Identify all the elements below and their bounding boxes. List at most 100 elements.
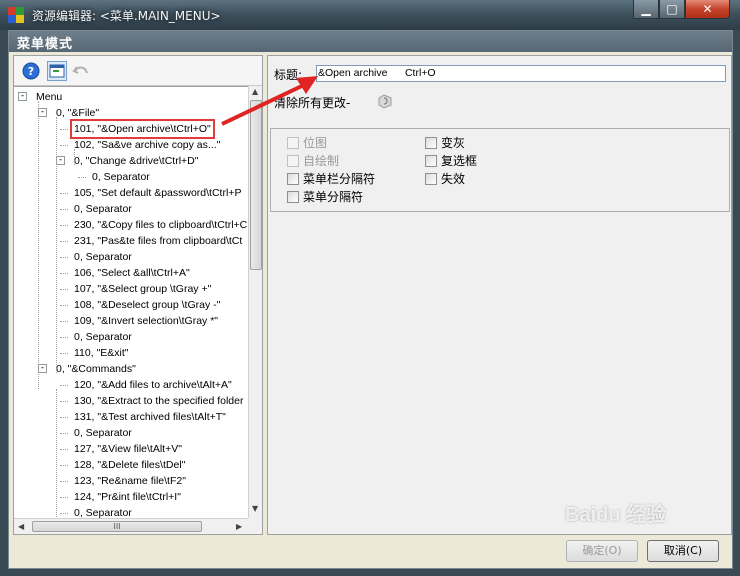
tree-connector xyxy=(60,337,68,338)
tree-item[interactable]: 128, "&Delete files\tDel" xyxy=(72,457,187,473)
option-checkbox[interactable]: 复选框 xyxy=(425,153,555,169)
tree-item[interactable]: 0, Separator xyxy=(90,169,152,185)
collapse-toggle-icon[interactable]: - xyxy=(56,156,65,165)
checkbox-box[interactable] xyxy=(287,191,299,203)
tree-item[interactable]: 124, "Pr&int file\tCtrl+I" xyxy=(72,489,183,505)
scroll-up-icon[interactable]: ▲ xyxy=(252,87,258,96)
tree-item[interactable]: 0, "&Commands" xyxy=(54,361,138,377)
tree-item[interactable]: 120, "&Add files to archive\tAlt+A" xyxy=(72,377,234,393)
scroll-down-icon[interactable]: ▼ xyxy=(252,504,258,513)
section-header: 菜单模式 xyxy=(9,31,732,52)
tree-item[interactable]: 0, "&File" xyxy=(54,105,101,121)
menu-tree-panel: ? Menu -0, "&File" -101, "&Open archive\tC… xyxy=(13,55,263,535)
preview-window-icon[interactable] xyxy=(47,61,67,81)
tree-connector xyxy=(56,117,57,373)
tree-item[interactable]: 131, "&Test archived files\tAlt+T" xyxy=(72,409,228,425)
tree-toolbar: ? xyxy=(14,56,262,86)
help-icon[interactable]: ? xyxy=(22,62,40,80)
option-checkbox[interactable]: 自绘制 xyxy=(287,153,417,169)
tree-item[interactable]: 130, "&Extract to the specified folder xyxy=(72,393,246,409)
scroll-right-icon[interactable]: ▶ xyxy=(236,522,242,531)
option-checkbox[interactable]: 变灰 xyxy=(425,135,555,151)
tree-connector xyxy=(38,101,39,389)
checkbox-box[interactable] xyxy=(287,155,299,167)
tree-item[interactable]: 0, Separator xyxy=(72,249,134,265)
tree-item[interactable]: 0, Separator xyxy=(72,201,134,217)
window-title: 资源编辑器: <菜单.MAIN_MENU> xyxy=(32,9,221,23)
tree-connector xyxy=(56,389,57,518)
option-checkbox[interactable]: 菜单栏分隔符 xyxy=(287,171,417,187)
horizontal-scroll-thumb[interactable]: III xyxy=(32,521,202,532)
tree-connector xyxy=(60,241,68,242)
tree-item[interactable]: 0, Separator xyxy=(72,505,134,518)
tree-connector xyxy=(60,497,68,498)
tree-item[interactable]: 123, "Re&name file\tF2" xyxy=(72,473,188,489)
option-label: 菜单栏分隔符 xyxy=(303,172,376,186)
option-label: 复选框 xyxy=(441,154,478,168)
tree-item[interactable]: 109, "&Invert selection\tGray *" xyxy=(72,313,220,329)
tree-connector xyxy=(60,225,68,226)
tree-vertical-scrollbar[interactable]: ▲ ▼ xyxy=(248,86,262,518)
maximize-button[interactable]: □ xyxy=(659,0,685,19)
tree-connector xyxy=(60,417,68,418)
ok-button[interactable]: 确定(O) xyxy=(566,540,638,562)
tree-item[interactable]: 110, "E&xit" xyxy=(72,345,131,361)
tree-connector xyxy=(60,353,68,354)
app-icon xyxy=(8,7,24,23)
tree-connector xyxy=(60,129,68,130)
menu-tree[interactable]: Menu -0, "&File" -101, "&Open archive\tCtr… xyxy=(14,86,248,518)
tree-connector xyxy=(60,385,68,386)
tree-horizontal-scrollbar[interactable]: ◀ III ▶ xyxy=(14,518,248,534)
option-checkbox[interactable]: 位图 xyxy=(287,135,417,151)
checkbox-box[interactable] xyxy=(287,137,299,149)
checkbox-box[interactable] xyxy=(425,173,437,185)
menu-options-group: 位图 变灰自绘制 复选框菜单栏分隔符 失效菜单分隔符 xyxy=(270,128,730,212)
cancel-button[interactable]: 取消(C) xyxy=(647,540,719,562)
tree-item[interactable]: 0, Separator xyxy=(72,425,134,441)
tree-connector xyxy=(60,193,68,194)
scroll-left-icon[interactable]: ◀ xyxy=(18,522,24,531)
tree-item[interactable]: 231, "Pas&te files from clipboard\tCt xyxy=(72,233,244,249)
title-input[interactable]: &Open archive Ctrl+O xyxy=(316,65,726,82)
tree-connector xyxy=(60,465,68,466)
minimize-button[interactable]: ▁ xyxy=(633,0,659,19)
tree-item[interactable]: 0, "Change &drive\tCtrl+D" xyxy=(72,153,200,169)
option-checkbox[interactable]: 菜单分隔符 xyxy=(287,189,417,205)
clear-changes-icon[interactable] xyxy=(376,92,394,110)
tree-item[interactable]: 127, "&View file\tAlt+V" xyxy=(72,441,184,457)
tree-connector xyxy=(60,289,68,290)
undo-icon[interactable] xyxy=(72,62,90,80)
option-checkbox[interactable]: 失效 xyxy=(425,171,555,187)
collapse-toggle-icon[interactable]: - xyxy=(18,92,27,101)
tree-item[interactable]: 102, "Sa&ve archive copy as..." xyxy=(72,137,222,153)
collapse-toggle-icon[interactable]: - xyxy=(38,108,47,117)
collapse-toggle-icon[interactable]: - xyxy=(38,364,47,373)
tree-connector xyxy=(60,449,68,450)
checkbox-box[interactable] xyxy=(425,155,437,167)
tree-item[interactable]: 230, "&Copy files to clipboard\tCtrl+C xyxy=(72,217,248,233)
tree-item[interactable]: 108, "&Deselect group \tGray -" xyxy=(72,297,222,313)
tree-connector xyxy=(78,177,86,178)
option-label: 菜单分隔符 xyxy=(303,190,364,204)
tree-connector xyxy=(60,305,68,306)
watermark: Baidu 经验 xyxy=(565,504,667,526)
tree-item[interactable]: 105, "Set default &password\tCtrl+P xyxy=(72,185,243,201)
tree-connector xyxy=(60,321,68,322)
option-label: 变灰 xyxy=(441,136,466,150)
tree-item[interactable]: 106, "Select &all\tCtrl+A" xyxy=(72,265,192,281)
tree-item[interactable]: 107, "&Select group \tGray +" xyxy=(72,281,213,297)
clear-changes-label: 清除所有更改- xyxy=(274,96,351,110)
checkbox-box[interactable] xyxy=(425,137,437,149)
tree-connector xyxy=(60,209,68,210)
dialog-client-area: 菜单模式 ? Menu -0, "&File" -101, "&Open archi… xyxy=(8,30,733,569)
item-editor-panel: 标题: &Open archive Ctrl+O 清除所有更改- 位图 变灰 自绘制… xyxy=(267,55,732,535)
checkbox-box[interactable] xyxy=(287,173,299,185)
option-label: 位图 xyxy=(303,136,328,150)
tree-item[interactable]: 101, "&Open archive\tCtrl+O" xyxy=(70,119,215,139)
tree-connector xyxy=(60,401,68,402)
vertical-scroll-thumb[interactable] xyxy=(250,100,262,270)
close-button[interactable]: ✕ xyxy=(685,0,730,19)
tree-connector xyxy=(74,149,75,165)
tree-connector xyxy=(60,481,68,482)
tree-item[interactable]: 0, Separator xyxy=(72,329,134,345)
